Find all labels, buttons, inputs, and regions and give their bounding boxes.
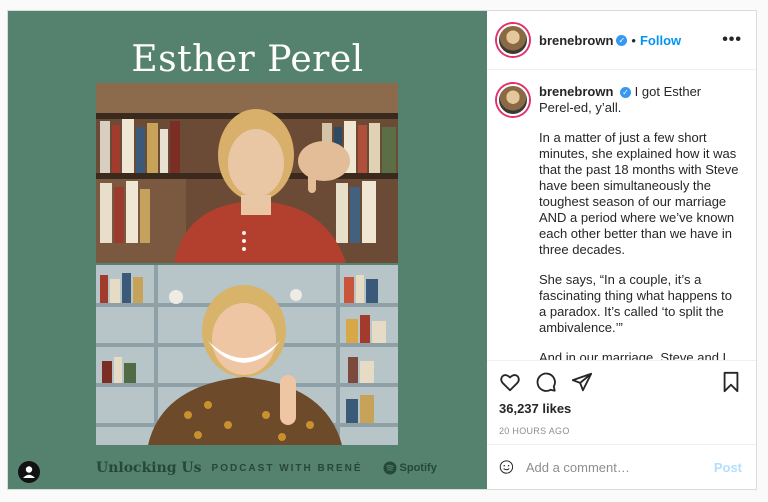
caption-paragraph: In a matter of just a few short minutes,… bbox=[539, 130, 739, 257]
heart-icon[interactable] bbox=[499, 371, 521, 393]
follow-button[interactable]: Follow bbox=[640, 33, 681, 48]
caption-paragraph: She says, “In a couple, it’s a fascinati… bbox=[539, 272, 732, 335]
caption-text: brenebrown ✓ I got Esther Perel-ed, y’al… bbox=[539, 84, 739, 360]
podcast-brand: Unlocking Us bbox=[96, 460, 202, 476]
more-options-icon[interactable]: ••• bbox=[722, 31, 742, 49]
comment-input[interactable] bbox=[525, 459, 702, 475]
video-frame-esther bbox=[96, 83, 398, 263]
media-title: Esther Perel bbox=[131, 39, 364, 80]
spotify-icon bbox=[383, 461, 397, 475]
post-comment-button[interactable]: Post bbox=[714, 460, 742, 475]
verified-badge-icon: ✓ bbox=[616, 34, 628, 46]
caption-username[interactable]: brenebrown bbox=[539, 84, 613, 99]
comment-icon[interactable] bbox=[535, 371, 557, 393]
post-sidebar: brenebrown ✓ • Follow ••• brenebrown ✓ I… bbox=[487, 11, 756, 489]
likes-count[interactable]: 36,237 likes bbox=[499, 401, 742, 416]
post-header: brenebrown ✓ • Follow ••• bbox=[487, 11, 756, 70]
caption-paragraph: And in our marriage, Steve and I have be… bbox=[539, 350, 727, 360]
header-username[interactable]: brenebrown bbox=[539, 33, 613, 48]
caption-area: brenebrown ✓ I got Esther Perel-ed, y’al… bbox=[487, 70, 756, 360]
video-frame-brene bbox=[96, 265, 398, 445]
caption-avatar[interactable] bbox=[497, 84, 529, 116]
spotify-label: Spotify bbox=[399, 462, 437, 474]
comment-box: Post bbox=[487, 444, 756, 489]
podcast-footer: Unlocking Us PODCAST WITH BRENÉ Spotify bbox=[96, 459, 437, 477]
separator-dot: • bbox=[631, 32, 636, 48]
post-timestamp[interactable]: 20 HOURS AGO bbox=[499, 426, 742, 444]
post-actions: 36,237 likes 20 HOURS AGO bbox=[487, 360, 756, 444]
verified-badge-icon: ✓ bbox=[620, 87, 632, 98]
action-icons bbox=[499, 369, 742, 395]
bookmark-icon[interactable] bbox=[720, 371, 742, 393]
user-tag-icon[interactable] bbox=[18, 461, 40, 483]
share-icon[interactable] bbox=[571, 371, 593, 393]
spotify-logo: Spotify bbox=[383, 461, 437, 475]
post-media[interactable]: Esther Perel Unlocking Us PODCAST WITH B… bbox=[8, 11, 487, 489]
instagram-post: Esther Perel Unlocking Us PODCAST WITH B… bbox=[7, 10, 757, 490]
podcast-subtitle: PODCAST WITH BRENÉ bbox=[211, 462, 363, 474]
emoji-icon[interactable] bbox=[499, 456, 514, 478]
avatar[interactable] bbox=[497, 24, 529, 56]
